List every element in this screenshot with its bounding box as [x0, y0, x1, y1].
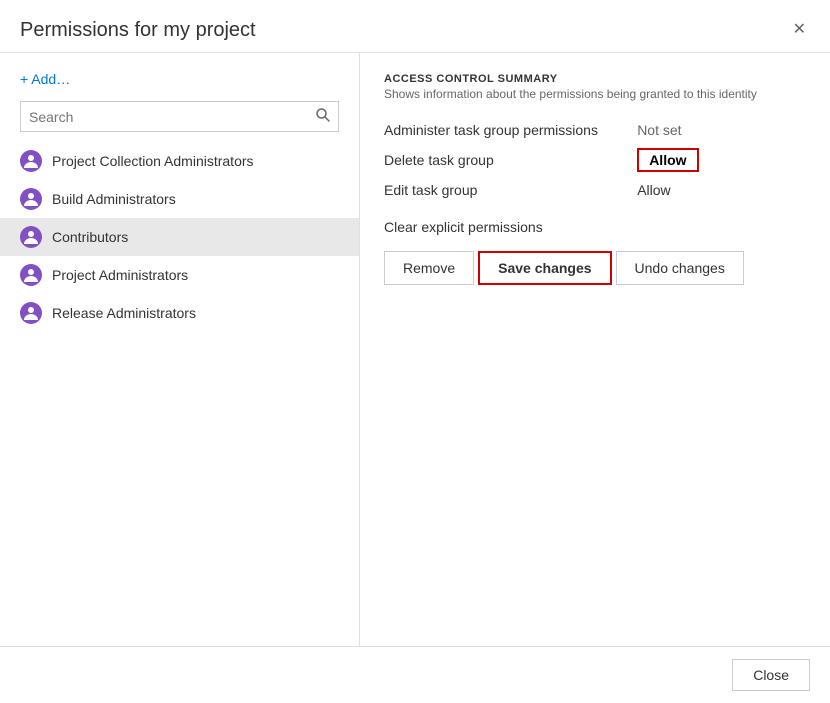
search-icon-button[interactable] — [308, 102, 338, 131]
permissions-dialog: Permissions for my project ✕ + Add… — [0, 0, 830, 703]
group-item-project-admins[interactable]: Project Administrators — [0, 256, 359, 294]
clear-explicit-label: Clear explicit permissions — [384, 219, 806, 235]
left-panel: + Add… Project Collectio — [0, 53, 360, 646]
group-icon — [20, 150, 42, 172]
close-button[interactable]: Close — [732, 659, 810, 691]
permission-label: Delete task group — [384, 143, 637, 177]
group-icon — [20, 188, 42, 210]
allow-selected-badge: Allow — [637, 148, 698, 172]
dialog-body: + Add… Project Collectio — [0, 52, 830, 646]
group-label: Build Administrators — [52, 191, 176, 207]
action-buttons: Remove Save changes Undo changes — [384, 251, 806, 285]
group-label: Contributors — [52, 229, 128, 245]
group-list: Project Collection Administrators Build … — [0, 142, 359, 646]
remove-button[interactable]: Remove — [384, 251, 474, 285]
permission-value: Not set — [637, 117, 806, 143]
dialog-title: Permissions for my project — [20, 19, 256, 42]
group-item-contributors[interactable]: Contributors — [0, 218, 359, 256]
group-item-project-collection-admins[interactable]: Project Collection Administrators — [0, 142, 359, 180]
dialog-footer: Close — [0, 646, 830, 703]
group-label: Project Administrators — [52, 267, 188, 283]
group-icon — [20, 264, 42, 286]
add-button[interactable]: + Add… — [0, 63, 359, 95]
group-icon — [20, 302, 42, 324]
acs-title: ACCESS CONTROL SUMMARY — [384, 73, 806, 85]
save-changes-button[interactable]: Save changes — [478, 251, 611, 285]
acs-subtitle: Shows information about the permissions … — [384, 87, 806, 101]
table-row: Delete task group Allow — [384, 143, 806, 177]
search-input[interactable] — [21, 103, 308, 131]
permissions-table: Administer task group permissions Not se… — [384, 117, 806, 203]
permission-label: Administer task group permissions — [384, 117, 637, 143]
permission-label: Edit task group — [384, 177, 637, 203]
group-item-build-admins[interactable]: Build Administrators — [0, 180, 359, 218]
table-row: Administer task group permissions Not se… — [384, 117, 806, 143]
permission-value: Allow — [637, 143, 806, 177]
group-label: Project Collection Administrators — [52, 153, 254, 169]
group-icon — [20, 226, 42, 248]
permission-value: Allow — [637, 177, 806, 203]
search-icon — [316, 108, 330, 122]
undo-changes-button[interactable]: Undo changes — [616, 251, 744, 285]
group-label: Release Administrators — [52, 305, 196, 321]
group-item-release-admins[interactable]: Release Administrators — [0, 294, 359, 332]
right-panel: ACCESS CONTROL SUMMARY Shows information… — [360, 53, 830, 646]
table-row: Edit task group Allow — [384, 177, 806, 203]
search-box — [20, 101, 339, 132]
dialog-header: Permissions for my project ✕ — [0, 0, 830, 52]
close-icon-button[interactable]: ✕ — [789, 18, 810, 42]
